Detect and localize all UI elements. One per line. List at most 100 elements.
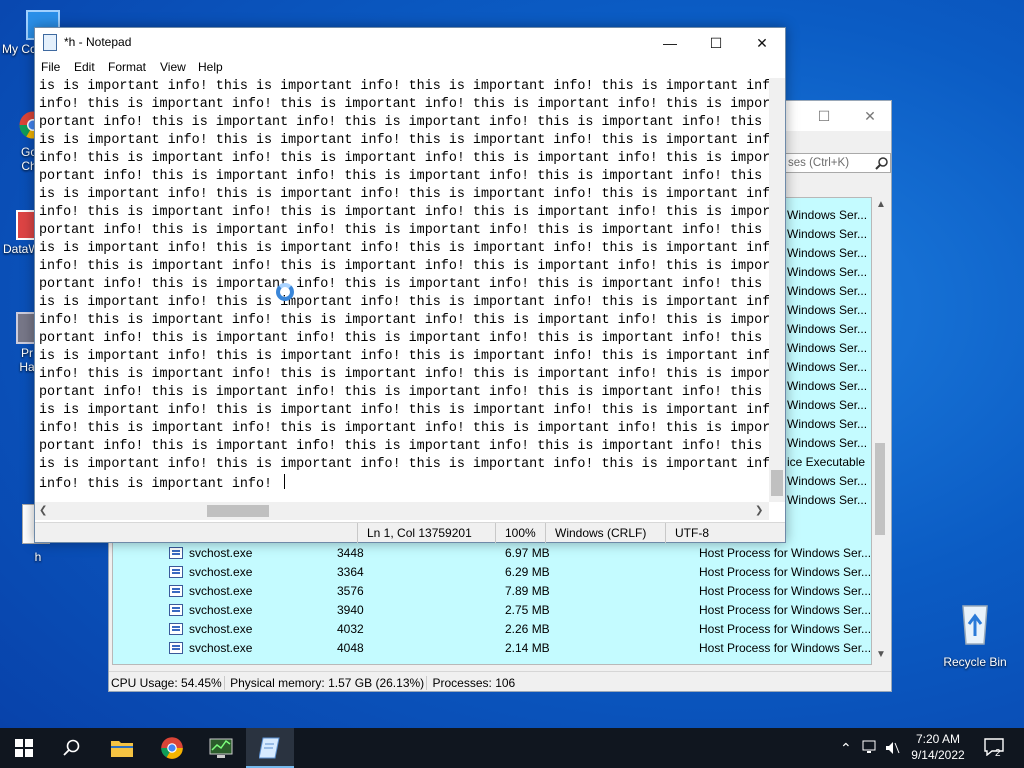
process-description: Host Process for Windows Ser... <box>699 546 872 560</box>
menu-view[interactable]: View <box>160 60 186 74</box>
clock-time: 7:20 AM <box>915 732 961 746</box>
process-description: Host Process for Windows Ser... <box>699 565 872 579</box>
process-description: Windows Ser... <box>787 493 868 507</box>
busy-cursor-icon <box>276 283 294 301</box>
notifications-icon[interactable] <box>984 738 1004 759</box>
show-hidden-icons-chevron-icon[interactable]: ⌃ <box>840 740 852 757</box>
process-description: Windows Ser... <box>787 265 868 279</box>
process-row[interactable]: svchost.exe 4032 2.26 MB Host Process for W… <box>113 620 872 639</box>
process-name: svchost.exe <box>189 584 253 598</box>
editor-line: info! this is important info! this is im… <box>39 259 769 274</box>
minimize-button[interactable]: — <box>647 28 693 58</box>
scrollbar-thumb[interactable] <box>875 443 885 535</box>
process-pid: 4048 <box>337 641 364 655</box>
editor-line: portant info! this is important info! th… <box>39 115 763 130</box>
desktop-icon-label: h <box>34 550 42 564</box>
process-count-text: Processes: 106 <box>432 676 516 690</box>
line-ending: Windows (CRLF) <box>545 523 646 543</box>
recycle-bin-icon[interactable]: Recycle Bin <box>942 600 1008 669</box>
windows-logo-icon <box>15 739 33 757</box>
notification-count-badge: 2 <box>995 748 1001 759</box>
process-window-icon <box>169 623 183 635</box>
process-window-icon <box>169 547 183 559</box>
menu-format[interactable]: Format <box>108 60 146 74</box>
process-window-icon <box>169 585 183 597</box>
process-hacker-statusbar: CPU Usage: 54.45% Physical memory: 1.57 … <box>109 671 891 693</box>
process-row[interactable]: svchost.exe 3576 7.89 MB Host Process for W… <box>113 582 871 601</box>
editor-line: info! this is important info! <box>39 477 281 492</box>
clock[interactable]: 7:20 AM 9/14/2022 <box>902 731 974 763</box>
editor-line: is is important info! this is important … <box>39 295 769 310</box>
process-description: Windows Ser... <box>787 246 868 260</box>
start-button[interactable] <box>0 728 48 768</box>
scroll-down-arrow-icon[interactable]: ▼ <box>876 649 886 660</box>
editor-line: portant info! this is important info! th… <box>39 385 763 400</box>
clock-date: 9/14/2022 <box>911 748 965 762</box>
process-description: Windows Ser... <box>787 341 868 355</box>
scroll-left-arrow-icon[interactable]: ❮ <box>39 505 47 516</box>
scrollbar-thumb[interactable] <box>207 505 269 517</box>
menu-file[interactable]: File <box>41 60 60 74</box>
menu-edit[interactable]: Edit <box>74 60 95 74</box>
editor-line: is is important info! this is important … <box>39 79 769 94</box>
process-row[interactable]: svchost.exe 3364 6.29 MB Host Process for W… <box>113 563 872 582</box>
process-description: Host Process for Windows Ser... <box>699 622 872 636</box>
maximize-button[interactable]: ☐ <box>801 101 847 131</box>
process-name: svchost.exe <box>189 565 253 579</box>
notepad-statusbar: Ln 1, Col 13759201 100% Windows (CRLF) U… <box>35 522 785 543</box>
process-name: svchost.exe <box>189 622 253 636</box>
menu-help[interactable]: Help <box>198 60 223 74</box>
notepad-button[interactable] <box>246 728 294 768</box>
folder-icon <box>111 741 133 757</box>
process-description: Windows Ser... <box>787 417 868 431</box>
process-row[interactable]: svchost.exe 3940 2.75 MB Host Process for W… <box>113 601 872 620</box>
notepad-window[interactable]: *h - Notepad — ☐ ✕ File Edit Format View… <box>34 27 786 543</box>
editor-line: portant info! this is important info! th… <box>39 223 763 238</box>
scroll-up-arrow-icon[interactable]: ▲ <box>876 199 886 210</box>
network-icon[interactable] <box>862 739 878 758</box>
close-button[interactable]: ✕ <box>739 28 785 58</box>
editor-vertical-scrollbar[interactable] <box>769 78 785 502</box>
notepad-titlebar[interactable]: *h - Notepad — ☐ ✕ <box>35 28 785 58</box>
process-description: Windows Ser... <box>787 322 868 336</box>
editor-horizontal-scrollbar[interactable]: ❮ ❯ <box>35 502 769 520</box>
scrollbar-thumb[interactable] <box>771 470 783 496</box>
process-row[interactable]: svchost.exe 3448 6.97 MB Host Process for W… <box>113 544 872 563</box>
close-button[interactable]: ✕ <box>847 101 893 131</box>
editor-line: info! this is important info! this is im… <box>39 151 769 166</box>
scroll-right-arrow-icon[interactable]: ❯ <box>755 505 763 516</box>
text-editor[interactable]: is is important info! this is important … <box>39 78 769 528</box>
cpu-usage-text: CPU Usage: 54.45% <box>109 676 225 690</box>
editor-line: portant info! this is important info! th… <box>39 277 763 292</box>
process-description: Windows Ser... <box>787 436 868 450</box>
recycle-bin-glyph-icon <box>962 605 988 645</box>
process-hacker-button[interactable] <box>197 728 245 768</box>
process-memory: 2.26 MB <box>505 622 550 636</box>
volume-icon[interactable] <box>884 740 900 759</box>
editor-line: portant info! this is important info! th… <box>39 169 763 184</box>
process-memory: 6.29 MB <box>505 565 550 579</box>
process-window-icon <box>169 604 183 616</box>
process-name: svchost.exe <box>189 603 253 617</box>
process-description: Host Process for Windows Ser... <box>699 641 872 655</box>
process-window-icon <box>169 566 183 578</box>
process-description: Host Process for Windows Ser... <box>699 603 872 617</box>
editor-line: info! this is important info! this is im… <box>39 97 769 112</box>
editor-line: is is important info! this is important … <box>39 457 769 472</box>
encoding: UTF-8 <box>665 523 709 543</box>
process-memory: 2.75 MB <box>505 603 550 617</box>
chrome-button[interactable] <box>148 728 196 768</box>
process-list-scrollbar[interactable]: ▲ ▼ <box>872 197 888 665</box>
process-memory: 7.89 MB <box>505 584 550 598</box>
process-name: svchost.exe <box>189 641 253 655</box>
search-icon[interactable] <box>875 156 889 170</box>
editor-line: is is important info! this is important … <box>39 403 769 418</box>
maximize-button[interactable]: ☐ <box>693 28 739 58</box>
desktop-icon-label: Recycle Bin <box>943 655 1007 669</box>
file-explorer-button[interactable] <box>98 728 146 768</box>
process-pid: 3448 <box>337 546 364 560</box>
search-button[interactable] <box>48 728 96 768</box>
process-description: Windows Ser... <box>787 227 868 241</box>
process-pid: 3364 <box>337 565 364 579</box>
process-row[interactable]: svchost.exe 4048 2.14 MB Host Process for W… <box>113 639 872 658</box>
